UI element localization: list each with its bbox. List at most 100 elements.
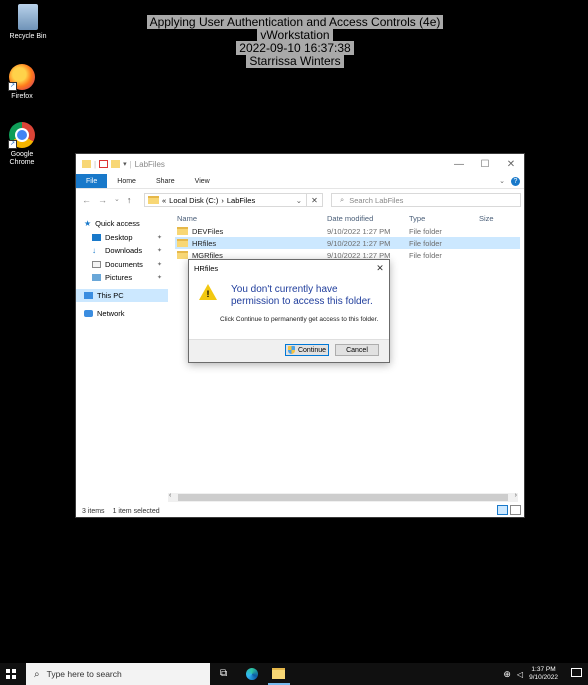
search-box[interactable]: ⌕ Search LabFiles xyxy=(331,193,521,207)
scroll-left-icon[interactable]: ‹ xyxy=(169,492,171,499)
nav-label: Network xyxy=(97,309,125,319)
nav-network[interactable]: Network xyxy=(76,307,168,321)
folder-icon xyxy=(177,251,188,259)
documents-icon xyxy=(92,260,101,268)
expand-ribbon-icon[interactable]: ⌄ xyxy=(499,177,505,185)
breadcrumb-local-disk[interactable]: Local Disk (C:) xyxy=(169,196,218,205)
breadcrumb-separator: › xyxy=(221,195,224,205)
selection-count: 1 item selected xyxy=(112,508,160,515)
column-header-name[interactable]: Name xyxy=(175,214,327,223)
nav-documents[interactable]: Documents ✦ xyxy=(76,258,168,272)
scroll-right-icon[interactable]: › xyxy=(515,492,517,499)
nav-this-pc[interactable]: This PC xyxy=(76,288,168,302)
folder-icon xyxy=(177,227,188,235)
file-name: HRfiles xyxy=(192,238,217,248)
address-bar[interactable]: « Local Disk (C:) › LabFiles ⌄ xyxy=(144,193,307,207)
window-title: LabFiles xyxy=(134,159,165,169)
scrollbar-thumb[interactable] xyxy=(178,494,508,501)
up-arrow-icon[interactable]: ↑ xyxy=(127,195,132,205)
uac-shield-icon xyxy=(287,346,295,354)
nav-quick-access[interactable]: ★ Quick access xyxy=(76,217,168,231)
network-icon xyxy=(84,310,93,318)
nav-label: This PC xyxy=(97,290,124,300)
recycle-bin-icon xyxy=(18,4,38,30)
title-bar[interactable]: | ▾ | LabFiles — ☐ ✕ xyxy=(76,154,524,174)
taskbar-search-input[interactable]: Type here to search xyxy=(47,669,122,679)
clock-date: 9/10/2022 xyxy=(529,674,558,681)
desktop-icon-label: Google Chrome xyxy=(9,151,35,166)
details-view-icon[interactable] xyxy=(497,505,508,515)
folder-icon xyxy=(82,160,91,168)
cancel-label: Cancel xyxy=(346,346,368,354)
taskbar: ⌕ Type here to search ⧉ ⊕ ◁ 1:37 PM 9/10… xyxy=(0,663,588,685)
desktop-icon-firefox[interactable]: ↗ Firefox xyxy=(0,64,50,101)
column-header-size[interactable]: Size xyxy=(479,214,519,223)
pin-icon: ✦ xyxy=(156,234,162,241)
desktop-icon-recycle-bin[interactable]: Recycle Bin xyxy=(0,4,56,41)
breadcrumb-overflow[interactable]: « xyxy=(162,196,166,205)
help-icon[interactable]: ? xyxy=(511,176,520,186)
nav-label: Documents xyxy=(105,259,143,269)
forward-arrow-icon[interactable]: → xyxy=(98,195,107,205)
edge-icon[interactable] xyxy=(246,668,258,680)
watermark-line: Applying User Authentication and Access … xyxy=(146,15,444,29)
status-bar: 3 items 1 item selected xyxy=(82,508,160,515)
column-header-type[interactable]: Type xyxy=(409,214,479,223)
nav-desktop[interactable]: Desktop ✦ xyxy=(76,231,168,245)
table-row[interactable]: DEVFiles 9/10/2022 1:27 PM File folder xyxy=(175,225,520,237)
address-dropdown-icon[interactable]: ⌄ xyxy=(292,196,306,205)
new-folder-icon[interactable] xyxy=(111,160,121,168)
recent-locations-icon[interactable]: ⌄ xyxy=(114,195,120,205)
watermark-line: 2022-09-10 16:37:38 xyxy=(236,41,354,55)
file-date: 9/10/2022 1:27 PM xyxy=(327,238,391,248)
tab-file[interactable]: File xyxy=(76,174,108,188)
computer-icon xyxy=(84,291,93,299)
dialog-footer: Continue Cancel xyxy=(189,339,389,362)
star-icon: ★ xyxy=(84,219,92,229)
firefox-icon: ↗ xyxy=(8,64,35,91)
tab-home[interactable]: Home xyxy=(107,174,146,188)
continue-button[interactable]: Continue xyxy=(285,344,329,356)
search-input[interactable]: Search LabFiles xyxy=(349,196,403,205)
cancel-button[interactable]: Cancel xyxy=(335,344,379,356)
notifications-icon[interactable] xyxy=(571,668,582,677)
clock[interactable]: 1:37 PM 9/10/2022 xyxy=(529,666,558,682)
pin-icon: ✦ xyxy=(156,261,162,268)
system-tray: ⊕ ◁ 1:37 PM 9/10/2022 xyxy=(503,666,558,682)
search-icon: ⌕ xyxy=(340,195,345,204)
desktop-icon-chrome[interactable]: ↗ Google Chrome xyxy=(0,122,50,167)
nav-downloads[interactable]: ↓ Downloads ✦ xyxy=(76,244,168,258)
pin-icon: ✦ xyxy=(156,275,162,282)
breadcrumb-labfiles[interactable]: LabFiles xyxy=(227,196,255,205)
file-name: DEVFiles xyxy=(192,226,224,236)
tab-share[interactable]: Share xyxy=(146,174,185,188)
network-globe-icon[interactable]: ⊕ xyxy=(503,669,511,680)
clear-address-button[interactable]: ✕ xyxy=(307,193,323,207)
taskbar-search-box[interactable]: ⌕ Type here to search xyxy=(26,663,210,685)
file-explorer-taskbar-icon[interactable] xyxy=(272,668,285,679)
column-header-date[interactable]: Date modified xyxy=(327,214,409,223)
navigation-pane: ★ Quick access Desktop ✦ ↓ Downloads ✦ D… xyxy=(76,211,168,501)
task-view-icon[interactable]: ⧉ xyxy=(220,668,227,679)
dialog-close-button[interactable]: ✕ xyxy=(371,263,389,274)
table-row[interactable]: HRfiles 9/10/2022 1:27 PM File folder xyxy=(175,237,520,249)
minimize-button[interactable]: — xyxy=(446,159,472,170)
separator: | xyxy=(129,159,132,169)
quick-access-dropdown-icon[interactable]: ▾ xyxy=(123,160,127,168)
ribbon: File Home Share View ⌄ ? xyxy=(76,174,524,189)
dialog-title-bar[interactable]: HRfiles ✕ xyxy=(189,260,389,276)
maximize-button[interactable]: ☐ xyxy=(472,159,498,170)
large-icons-view-icon[interactable] xyxy=(510,505,521,515)
back-arrow-icon[interactable]: ← xyxy=(82,195,91,205)
close-button[interactable]: ✕ xyxy=(498,159,524,170)
nav-pictures[interactable]: Pictures ✦ xyxy=(76,271,168,285)
volume-icon[interactable]: ◁ xyxy=(517,670,523,679)
nav-label: Downloads xyxy=(105,246,143,256)
windows-start-icon[interactable] xyxy=(6,669,16,679)
item-count: 3 items xyxy=(82,508,105,515)
properties-icon[interactable] xyxy=(99,160,109,168)
horizontal-scrollbar[interactable]: ‹ › xyxy=(168,492,518,502)
permission-dialog: HRfiles ✕ ! You don't currently have per… xyxy=(188,259,390,363)
address-row: ← → ⌄ ↑ « Local Disk (C:) › LabFiles ⌄ ✕… xyxy=(76,189,524,211)
tab-view[interactable]: View xyxy=(185,174,220,188)
